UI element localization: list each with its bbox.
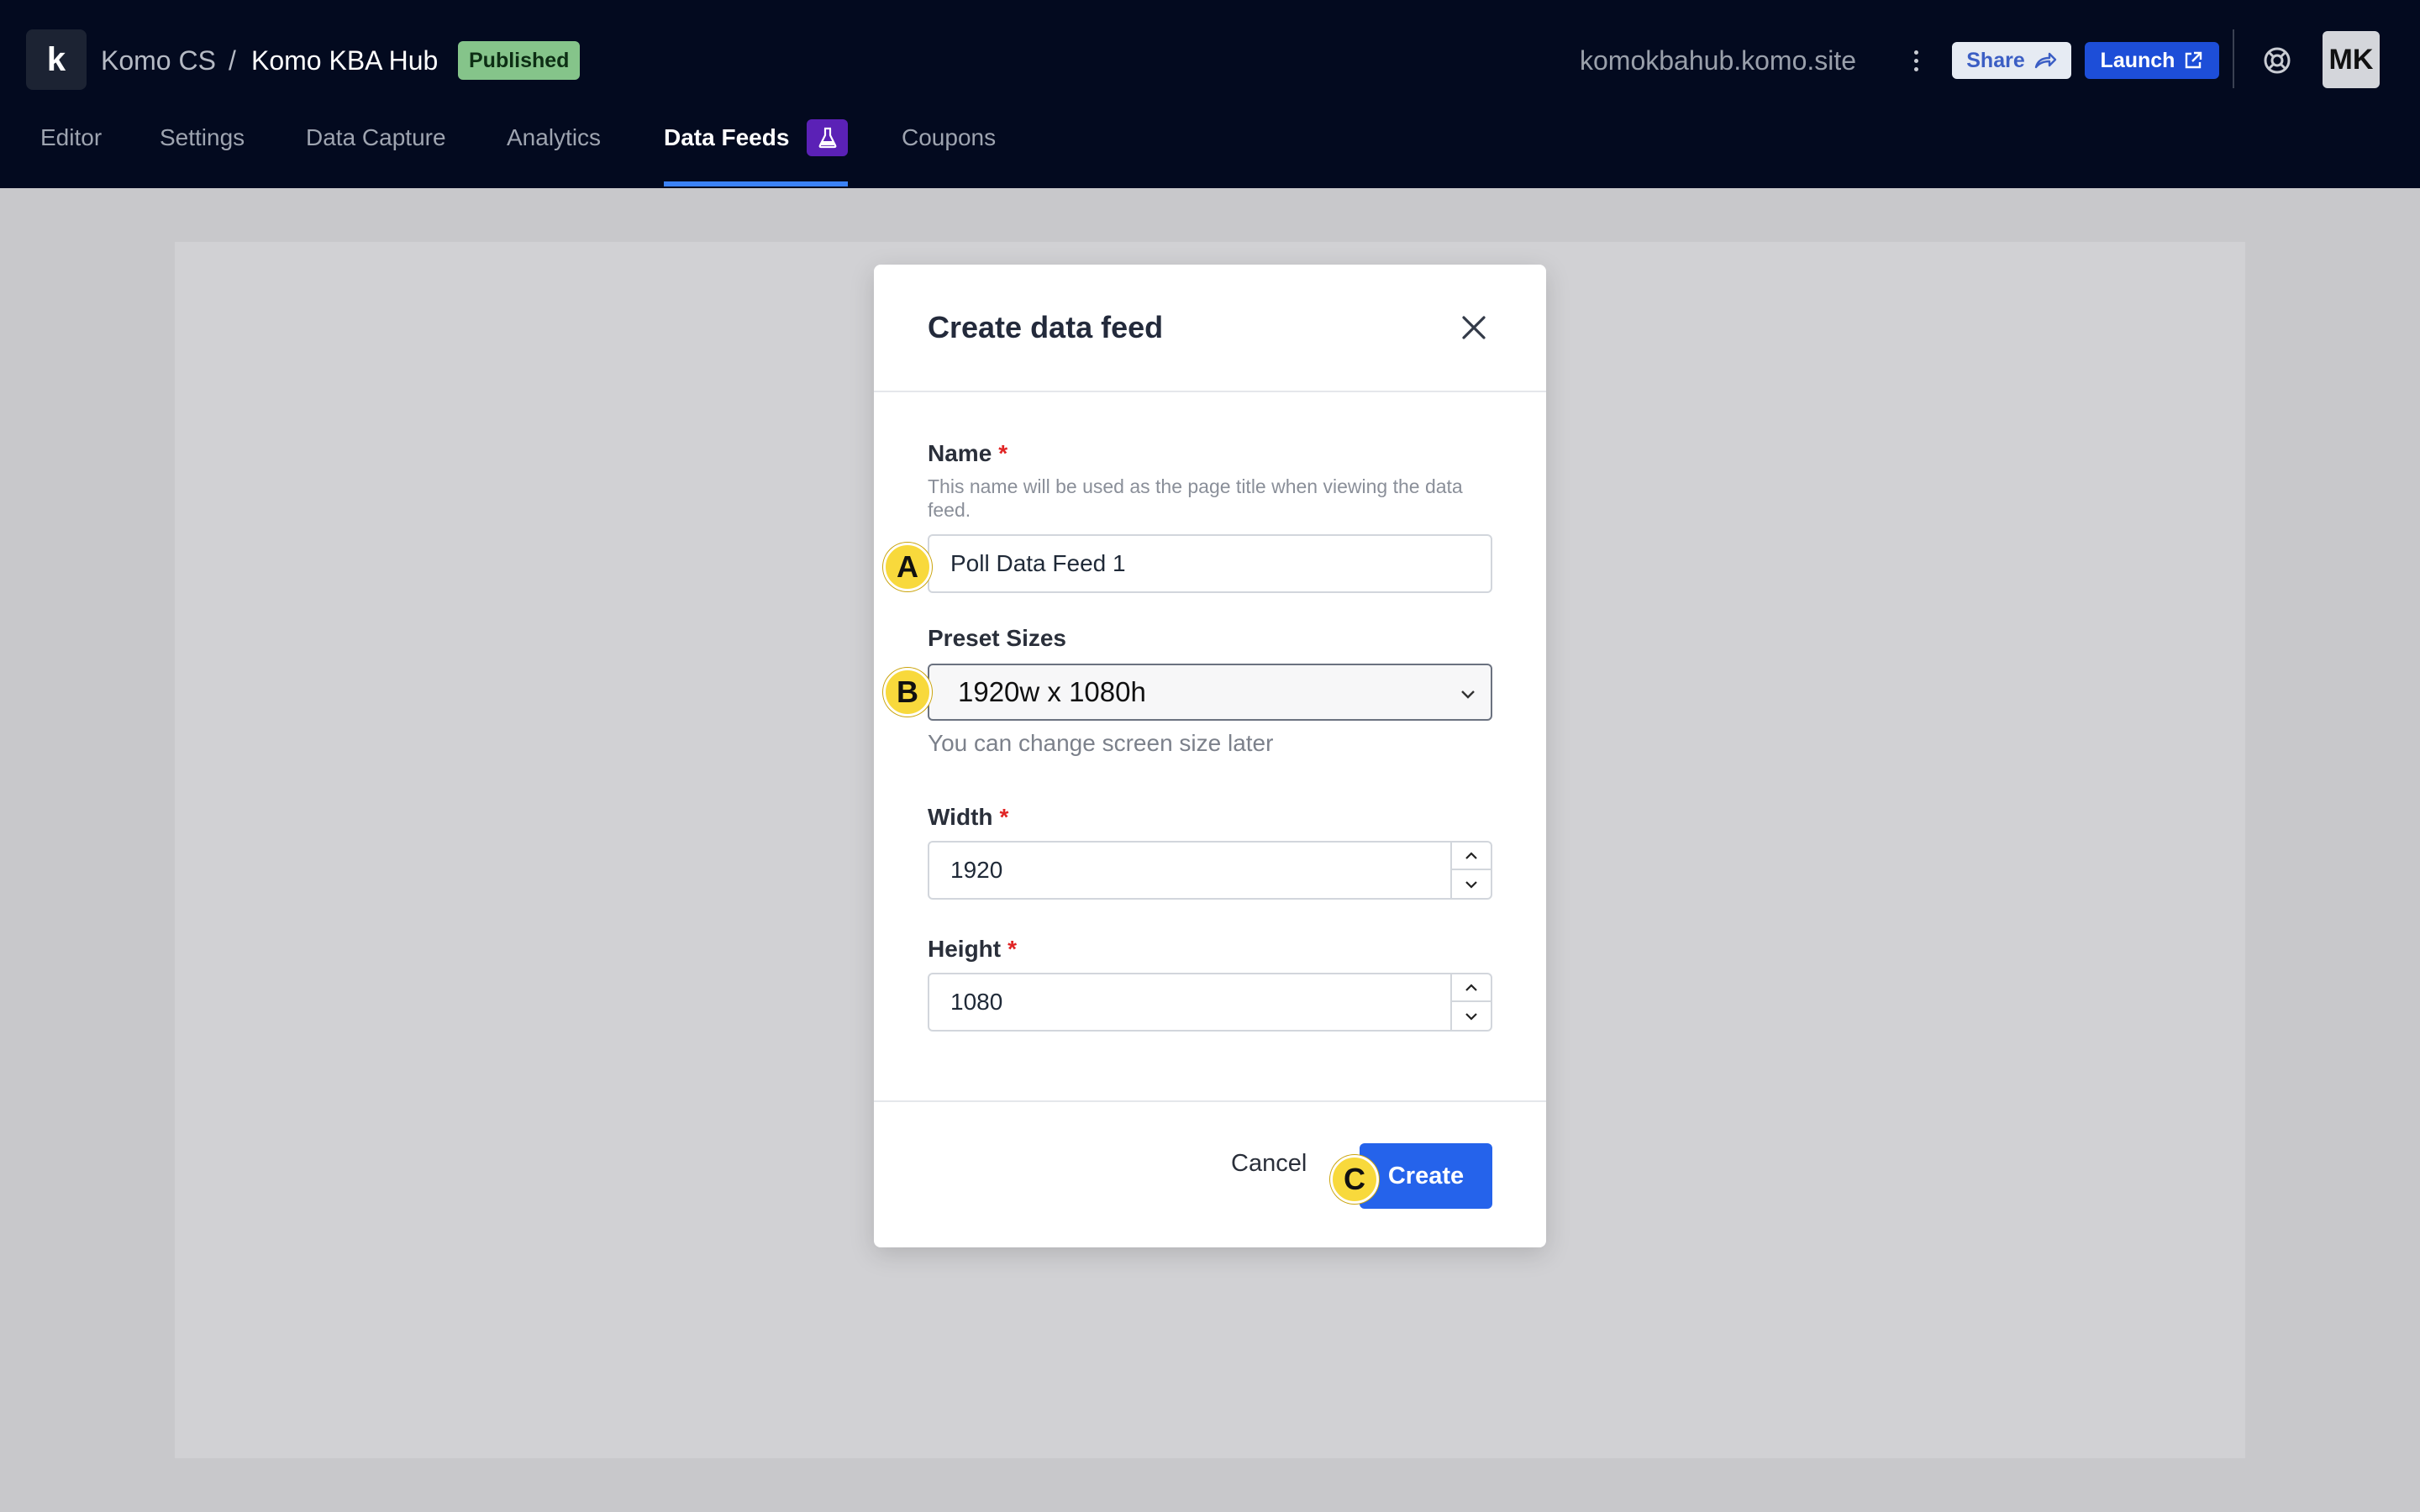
- name-input[interactable]: Poll Data Feed 1: [928, 534, 1492, 593]
- tab-editor[interactable]: Editor: [40, 121, 102, 155]
- width-label: Width *: [928, 804, 1009, 830]
- chevron-down-icon: [1465, 1012, 1477, 1021]
- breadcrumb-separator: /: [229, 45, 236, 76]
- tab-analytics[interactable]: Analytics: [507, 121, 601, 155]
- chevron-down-icon: [1465, 880, 1477, 889]
- preset-sizes-select[interactable]: 1920w x 1080h: [928, 664, 1492, 721]
- header-divider: [2233, 29, 2234, 88]
- breadcrumb-hub[interactable]: Komo KBA Hub: [251, 42, 438, 79]
- name-hint: This name will be used as the page title…: [928, 475, 1463, 521]
- width-increment-button[interactable]: [1452, 843, 1491, 870]
- modal-title: Create data feed: [928, 310, 1164, 344]
- annotation-marker-c: C: [1330, 1155, 1379, 1204]
- tab-coupons[interactable]: Coupons: [902, 121, 996, 155]
- status-badge: Published: [458, 41, 581, 80]
- breadcrumb-org[interactable]: Komo CS: [101, 42, 216, 79]
- chevron-up-icon: [1465, 851, 1477, 859]
- name-input-value: Poll Data Feed 1: [950, 550, 1126, 576]
- annotation-marker-a: A: [883, 543, 932, 591]
- width-stepper: [1450, 843, 1491, 898]
- help-lifebuoy-icon[interactable]: [2260, 44, 2294, 77]
- height-input[interactable]: 1080: [928, 973, 1492, 1032]
- top-bar: k Komo CS / Komo KBA Hub Published komok…: [0, 0, 2420, 188]
- create-button[interactable]: Create: [1360, 1143, 1492, 1209]
- preset-sizes-value: 1920w x 1080h: [958, 676, 1146, 707]
- share-label: Share: [1966, 48, 2025, 72]
- tab-data-capture[interactable]: Data Capture: [306, 121, 446, 155]
- site-domain[interactable]: komokbahub.komo.site: [1580, 42, 1856, 79]
- name-label: Name *: [928, 440, 1008, 466]
- share-button[interactable]: Share: [1952, 42, 2071, 79]
- cancel-button[interactable]: Cancel: [1231, 1147, 1307, 1180]
- height-increment-button[interactable]: [1452, 974, 1491, 1002]
- more-options-icon[interactable]: [1903, 42, 1928, 79]
- launch-button[interactable]: Launch: [2085, 42, 2219, 79]
- tab-data-feeds[interactable]: Data Feeds: [664, 121, 789, 155]
- width-input-value: 1920: [950, 857, 1003, 883]
- height-decrement-button[interactable]: [1452, 1002, 1491, 1030]
- preset-sizes-hint: You can change screen size later: [928, 730, 1274, 756]
- close-icon[interactable]: [1460, 313, 1488, 342]
- chevron-up-icon: [1465, 983, 1477, 991]
- height-input-value: 1080: [950, 989, 1003, 1015]
- height-label: Height *: [928, 936, 1018, 962]
- modal-footer-divider: [874, 1100, 1546, 1102]
- width-input[interactable]: 1920: [928, 841, 1492, 900]
- chevron-down-icon: [1461, 690, 1475, 699]
- height-stepper: [1450, 974, 1491, 1030]
- external-link-icon: [2186, 51, 2202, 69]
- beta-flask-icon: [807, 119, 848, 156]
- tab-settings[interactable]: Settings: [160, 121, 245, 155]
- annotation-marker-b: B: [883, 668, 932, 717]
- launch-label: Launch: [2100, 48, 2175, 72]
- preset-sizes-label: Preset Sizes: [928, 625, 1066, 651]
- modal-header-divider: [874, 391, 1546, 392]
- komo-logo[interactable]: k: [26, 29, 87, 90]
- width-decrement-button[interactable]: [1452, 870, 1491, 898]
- share-icon: [2034, 52, 2056, 69]
- user-avatar[interactable]: MK: [2323, 31, 2380, 88]
- create-data-feed-modal: Create data feed Name * This name will be…: [874, 265, 1546, 1247]
- active-tab-indicator: [664, 181, 848, 186]
